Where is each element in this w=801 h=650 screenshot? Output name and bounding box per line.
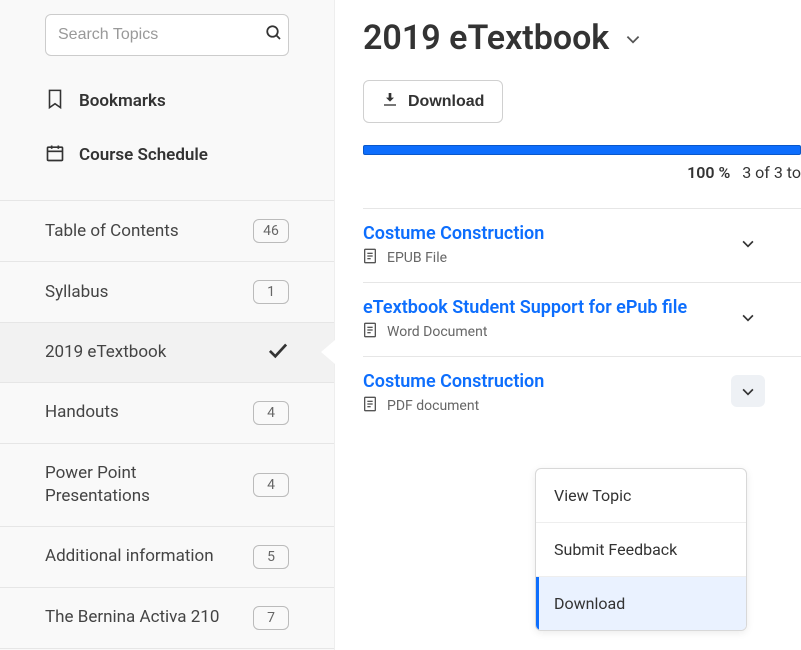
toc-item-powerpoint[interactable]: Power Point Presentations 4: [0, 444, 334, 527]
course-schedule-link[interactable]: Course Schedule: [45, 128, 289, 182]
toc-count-badge: 4: [253, 401, 289, 425]
toc-item-label: Syllabus: [45, 281, 108, 304]
toc-item-label: 2019 eTextbook: [45, 341, 166, 364]
content-type-label: EPUB File: [387, 250, 447, 266]
document-icon: [363, 396, 377, 416]
check-icon: [267, 341, 289, 363]
search-input[interactable]: [58, 26, 265, 44]
content-actions-toggle[interactable]: [731, 375, 765, 407]
search-icon[interactable]: [265, 24, 283, 46]
download-button[interactable]: Download: [363, 80, 503, 123]
bookmarks-label: Bookmarks: [79, 91, 166, 111]
download-icon: [382, 91, 398, 112]
content-actions-dropdown: View Topic Submit Feedback Download: [535, 468, 747, 631]
content-type-label: Word Document: [387, 324, 487, 340]
content-actions-toggle[interactable]: [731, 227, 765, 259]
toc-item-etextbook[interactable]: 2019 eTextbook: [0, 323, 334, 383]
toc-item-label: Table of Contents: [45, 220, 179, 243]
content-actions-toggle[interactable]: [731, 301, 765, 333]
course-schedule-label: Course Schedule: [79, 145, 208, 165]
dropdown-download[interactable]: Download: [536, 577, 746, 630]
bookmark-icon: [45, 88, 65, 114]
progress-bar: [363, 145, 801, 155]
toc-item-label: Handouts: [45, 401, 119, 424]
dropdown-submit-feedback[interactable]: Submit Feedback: [536, 523, 746, 577]
content-title-link[interactable]: Costume Construction: [363, 223, 544, 244]
toc-item-table-of-contents[interactable]: Table of Contents 46: [0, 201, 334, 262]
progress-count: 3 of 3 to: [742, 163, 801, 182]
content-list: Costume Construction EPUB File eTextbook…: [363, 208, 801, 430]
content-title-link[interactable]: Costume Construction: [363, 371, 544, 392]
toc-count-badge: 46: [253, 219, 289, 243]
document-icon: [363, 248, 377, 268]
toc-item-label: Power Point Presentations: [45, 462, 245, 508]
toc-list: Table of Contents 46 Syllabus 1 2019 eTe…: [0, 200, 334, 649]
toc-item-label: The Bernina Activa 210: [45, 606, 219, 629]
document-icon: [363, 322, 377, 342]
calendar-icon: [45, 142, 65, 168]
search-box[interactable]: [45, 14, 289, 56]
toc-item-handouts[interactable]: Handouts 4: [0, 383, 334, 444]
toc-item-additional-info[interactable]: Additional information 5: [0, 527, 334, 588]
sidebar: Bookmarks Course Schedule Table of Conte…: [0, 0, 335, 650]
download-button-label: Download: [408, 93, 484, 111]
toc-item-label: Additional information: [45, 545, 214, 568]
toc-count-badge: 1: [253, 280, 289, 304]
toc-count-badge: 5: [253, 545, 289, 569]
chevron-down-icon[interactable]: [625, 29, 641, 48]
toc-count-badge: 7: [253, 606, 289, 630]
page-title: 2019 eTextbook: [363, 18, 609, 58]
main-content: 2019 eTextbook Download 100 % 3 of 3 to …: [335, 0, 801, 650]
toc-item-syllabus[interactable]: Syllabus 1: [0, 262, 334, 323]
content-item: eTextbook Student Support for ePub file …: [363, 283, 801, 357]
toc-count-badge: 4: [253, 473, 289, 497]
content-item: Costume Construction EPUB File: [363, 209, 801, 283]
content-type-label: PDF document: [387, 398, 479, 414]
content-item: Costume Construction PDF document: [363, 357, 801, 430]
toc-item-bernina[interactable]: The Bernina Activa 210 7: [0, 588, 334, 649]
dropdown-view-topic[interactable]: View Topic: [536, 469, 746, 523]
content-title-link[interactable]: eTextbook Student Support for ePub file: [363, 297, 687, 318]
progress-percent: 100 %: [687, 163, 730, 182]
bookmarks-link[interactable]: Bookmarks: [45, 74, 289, 128]
progress-text: 100 % 3 of 3 to: [363, 163, 801, 182]
